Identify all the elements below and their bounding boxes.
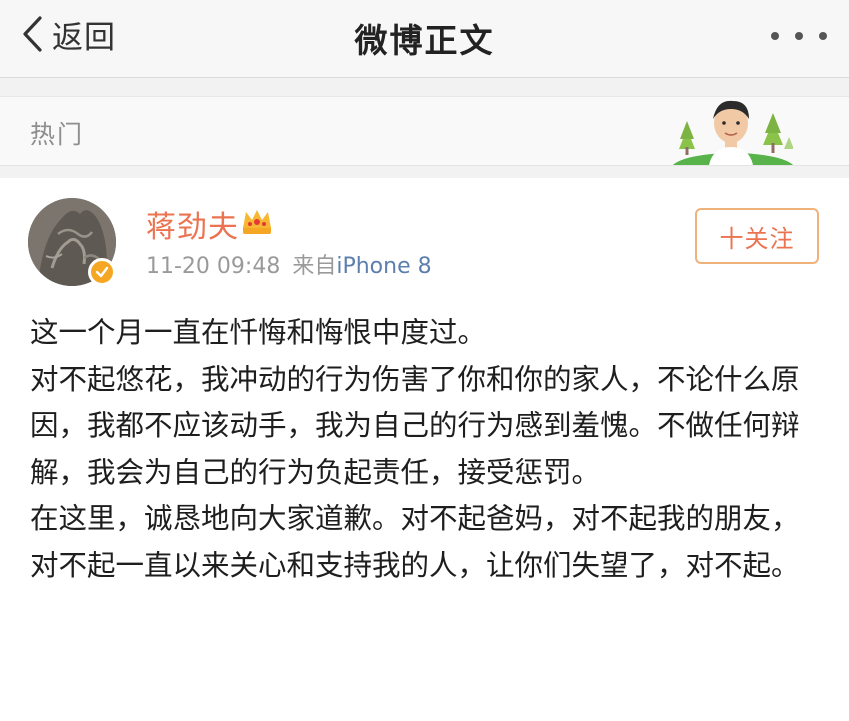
- navigation-bar: 返回 微博正文: [0, 0, 849, 78]
- more-dots-icon: [771, 32, 779, 40]
- hot-label: 热门: [30, 120, 85, 149]
- follow-button[interactable]: 十关注: [695, 208, 819, 264]
- hot-person-illustration: [673, 100, 793, 165]
- more-options-button[interactable]: [771, 26, 827, 46]
- post-meta: 11-20 09:48 来自iPhone 8: [146, 248, 432, 280]
- author-name[interactable]: 蒋劲夫: [146, 202, 239, 246]
- post-paragraph: 这一个月一直在忏悔和悔恨中度过。: [30, 316, 487, 349]
- post-paragraph: 在这里，诚恳地向大家道歉。对不起爸妈，对不起我的朋友，对不起一直以来关心和支持我…: [30, 502, 800, 582]
- hot-banner[interactable]: 热门: [0, 96, 849, 166]
- post-timestamp: 11-20 09:48: [146, 254, 281, 279]
- post-card: 蒋劲夫 11-20 09:48 来自iPhone 8 十关注 这一个月一直在忏悔和…: [0, 178, 849, 721]
- source-prefix: 来自: [292, 254, 337, 279]
- source-name[interactable]: iPhone 8: [336, 254, 431, 279]
- verified-badge-icon: [88, 258, 116, 286]
- vip-crown-icon: [243, 210, 271, 234]
- post-body: 这一个月一直在忏悔和悔恨中度过。 对不起悠花，我冲动的行为伤害了你和你的家人，不…: [30, 310, 825, 589]
- post-paragraph: 对不起悠花，我冲动的行为伤害了你和你的家人，不论什么原因，我都不应该动手，我为自…: [30, 362, 800, 489]
- page-title: 微博正文: [354, 21, 495, 60]
